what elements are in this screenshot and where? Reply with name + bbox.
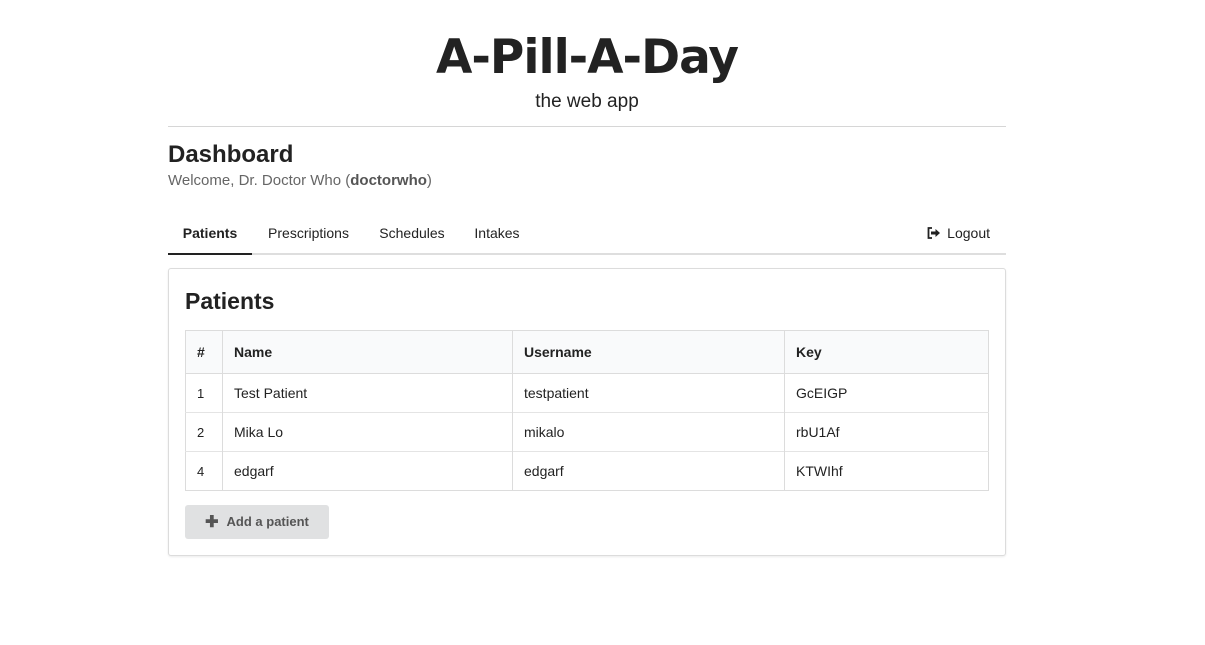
header-divider: [168, 126, 1006, 127]
tab-patients[interactable]: Patients: [168, 213, 252, 255]
column-header-key: Key: [784, 330, 989, 374]
patient-name: edgarf: [222, 451, 513, 491]
welcome-message: Welcome, Dr. Doctor Who (doctorwho): [168, 171, 432, 191]
patient-username: mikalo: [512, 412, 785, 452]
tab-prescriptions[interactable]: Prescriptions: [252, 213, 365, 253]
logout-button[interactable]: Logout: [927, 213, 990, 253]
column-header-number: #: [185, 330, 223, 374]
patient-name: Mika Lo: [222, 412, 513, 452]
patient-username: edgarf: [512, 451, 785, 491]
add-patient-label: Add a patient: [226, 514, 309, 529]
column-header-name: Name: [222, 330, 513, 374]
app-subtitle: the web app: [535, 91, 639, 112]
patients-heading: Patients: [185, 288, 275, 314]
patient-name: Test Patient: [222, 373, 513, 413]
table-row: 1 Test Patient testpatient GcEIGP: [185, 373, 989, 413]
patient-username: testpatient: [512, 373, 785, 413]
column-header-username: Username: [512, 330, 785, 374]
welcome-prefix: Welcome, Dr. Doctor Who (: [168, 172, 351, 189]
patients-table: # Name Username Key 1 Test Patient testp…: [185, 330, 989, 491]
plus-icon: ✚: [205, 514, 219, 531]
table-header-row: # Name Username Key: [185, 330, 989, 374]
welcome-suffix: ): [426, 172, 432, 189]
add-patient-button[interactable]: ✚ Add a patient: [185, 505, 329, 539]
table-row: 2 Mika Lo mikalo rbU1Af: [185, 412, 989, 452]
patient-key: GcEIGP: [784, 373, 989, 413]
row-number: 4: [185, 451, 223, 491]
row-number: 2: [185, 412, 223, 452]
patients-panel: Patients # Name Username Key 1 Test Pati…: [168, 268, 1006, 556]
table-row: 4 edgarf edgarf KTWIhf: [185, 451, 989, 491]
patient-key: rbU1Af: [784, 412, 989, 452]
tab-intakes[interactable]: Intakes: [459, 213, 535, 253]
patient-key: KTWIhf: [784, 451, 989, 491]
row-number: 1: [185, 373, 223, 413]
logout-label: Logout: [947, 225, 990, 241]
sign-out-icon: [927, 227, 941, 239]
tab-schedules[interactable]: Schedules: [365, 213, 459, 253]
app-title: A-Pill-A-Day: [436, 30, 739, 85]
tab-menu: Patients Prescriptions Schedules Intakes…: [168, 213, 1006, 255]
welcome-username: doctorwho: [350, 172, 427, 189]
page-title: Dashboard: [168, 141, 294, 168]
